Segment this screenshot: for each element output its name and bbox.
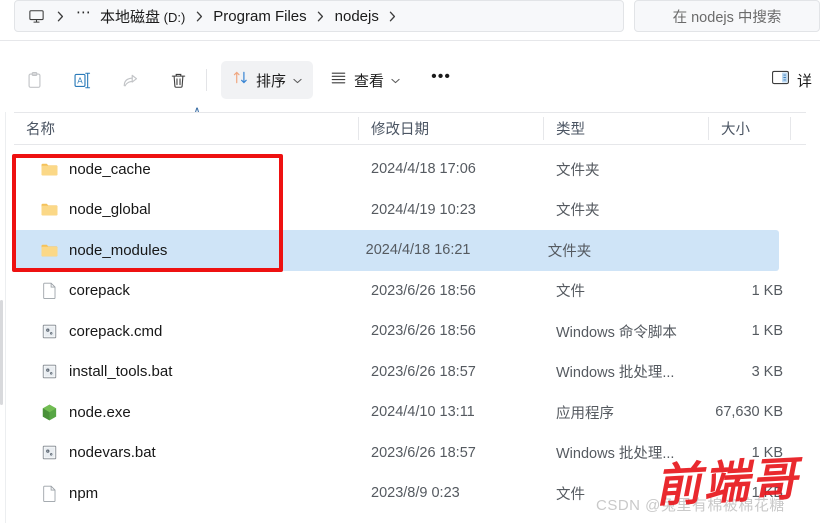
- command-toolbar: A 排序 查看 ••• 详: [0, 52, 820, 108]
- details-pane-button[interactable]: 详: [763, 61, 820, 99]
- file-name-label: npm: [69, 484, 99, 502]
- sort-button-label: 排序: [256, 72, 287, 90]
- file-size-cell: 3 KB: [751, 363, 783, 380]
- file-date-cell: 2024/4/18 16:21: [365, 242, 471, 259]
- file-type-cell: 文件: [556, 284, 585, 301]
- file-row[interactable]: node_cache 2024/4/18 17:06 文件夹: [14, 149, 806, 190]
- file-date-cell: 2023/6/26 18:56: [371, 323, 476, 340]
- script-icon: [40, 443, 59, 462]
- file-name-label: install_tools.bat: [69, 363, 173, 381]
- file-type-cell: 应用程序: [556, 405, 614, 422]
- toolbar-divider-1: [206, 69, 207, 91]
- breadcrumb-item-drive-letter: (D:): [160, 9, 186, 25]
- file-name-label: node_cache: [69, 160, 151, 178]
- chevron-down-icon: [391, 76, 400, 86]
- file-name-cell: node_cache: [14, 160, 359, 179]
- breadcrumb-item-nodejs[interactable]: nodejs: [332, 6, 382, 27]
- file-date-cell: 2024/4/18 17:06: [371, 161, 476, 178]
- file-name-label: node_global: [69, 201, 151, 219]
- nodejs-hex-icon: [40, 403, 59, 422]
- delete-icon[interactable]: [158, 62, 198, 98]
- column-header-row: 名称 修改日期 类型 大小: [14, 112, 806, 145]
- sort-arrows-icon: [232, 69, 249, 91]
- file-date-cell: 2023/6/26 18:57: [371, 363, 476, 380]
- list-lines-icon: [330, 69, 347, 91]
- file-row[interactable]: install_tools.bat 2023/6/26 18:57 Windows …: [14, 352, 806, 393]
- breadcrumb-separator-2: [310, 11, 332, 22]
- file-name-cell: node_modules: [14, 241, 354, 260]
- file-size-cell: 1 KB: [751, 323, 783, 340]
- breadcrumb-separator-1: [188, 11, 210, 22]
- file-name-label: node.exe: [69, 403, 131, 421]
- vertical-scrollbar[interactable]: [0, 300, 3, 405]
- column-header-size[interactable]: 大小: [709, 112, 791, 145]
- file-explorer-window: ⋯ 本地磁盘 (D:) Program Files nodejs 在 nodej…: [0, 0, 820, 523]
- breadcrumb-separator-3[interactable]: [382, 11, 404, 22]
- sort-button[interactable]: 排序: [221, 61, 314, 99]
- search-placeholder: 在 nodejs 中搜索: [672, 9, 782, 26]
- details-pane-label: 详: [796, 72, 812, 90]
- file-name-label: node_modules: [69, 241, 168, 259]
- address-bar-divider: [0, 40, 820, 41]
- file-name-cell: nodevars.bat: [14, 443, 359, 462]
- file-size-cell: 67,630 KB: [715, 404, 783, 421]
- breadcrumb-item-drive-label: 本地磁盘: [100, 8, 161, 26]
- column-header-type[interactable]: 类型: [544, 112, 709, 145]
- file-row[interactable]: node_modules 2024/4/18 16:21 文件夹: [14, 230, 779, 271]
- column-header-date[interactable]: 修改日期: [359, 112, 544, 145]
- file-name-cell: corepack: [14, 281, 359, 300]
- author-watermark: 前端哥: [653, 451, 801, 513]
- file-date-cell: 2023/8/9 0:23: [371, 485, 460, 502]
- folder-icon: [40, 160, 59, 179]
- rename-icon[interactable]: A: [62, 62, 102, 98]
- file-name-label: nodevars.bat: [69, 444, 156, 462]
- file-name-cell: node_global: [14, 200, 359, 219]
- breadcrumb-overflow-button[interactable]: ⋯: [71, 5, 97, 20]
- file-row[interactable]: corepack 2023/6/26 18:56 文件 1 KB: [14, 271, 806, 312]
- file-row[interactable]: node_global 2024/4/19 10:23 文件夹: [14, 190, 806, 231]
- file-type-cell: 文件夹: [556, 203, 600, 220]
- file-name-label: corepack.cmd: [69, 322, 163, 340]
- svg-text:A: A: [77, 76, 83, 85]
- folder-icon: [40, 241, 59, 260]
- file-size-cell: 1 KB: [751, 282, 783, 299]
- view-button-label: 查看: [354, 72, 385, 90]
- breadcrumb-item-program-files[interactable]: Program Files: [210, 6, 309, 27]
- address-bar: ⋯ 本地磁盘 (D:) Program Files nodejs 在 nodej…: [0, 0, 820, 38]
- breadcrumb-separator-0: [49, 11, 71, 22]
- file-date-cell: 2023/6/26 18:57: [371, 444, 476, 461]
- more-options-button[interactable]: •••: [421, 62, 461, 98]
- view-button[interactable]: 查看: [319, 61, 411, 99]
- breadcrumb[interactable]: ⋯ 本地磁盘 (D:) Program Files nodejs: [14, 0, 624, 32]
- chevron-down-icon: [293, 76, 302, 86]
- file-date-cell: 2023/6/26 18:56: [371, 282, 476, 299]
- folder-icon: [40, 200, 59, 219]
- file-type-cell: 文件夹: [547, 243, 592, 260]
- monitor-icon[interactable]: [23, 4, 49, 28]
- file-name-cell: install_tools.bat: [14, 362, 359, 381]
- file-name-cell: node.exe: [14, 403, 359, 422]
- script-icon: [40, 362, 59, 381]
- pane-divider: [5, 112, 6, 523]
- share-icon[interactable]: [110, 62, 150, 98]
- details-pane-icon: [771, 69, 790, 91]
- file-blank-icon: [40, 281, 59, 300]
- file-type-cell: 文件夹: [556, 162, 600, 179]
- column-header-spacer: [791, 112, 806, 145]
- file-date-cell: 2024/4/19 10:23: [371, 201, 476, 218]
- script-icon: [40, 322, 59, 341]
- file-name-label: corepack: [69, 282, 130, 300]
- breadcrumb-item-drive[interactable]: 本地磁盘 (D:): [97, 4, 188, 29]
- file-row[interactable]: corepack.cmd 2023/6/26 18:56 Windows 命令脚本 1…: [14, 311, 806, 352]
- file-type-cell: Windows 命令脚本: [556, 324, 677, 341]
- file-name-cell: corepack.cmd: [14, 322, 359, 341]
- file-row[interactable]: node.exe 2024/4/10 13:11 应用程序 67,630 KB: [14, 392, 806, 433]
- search-input[interactable]: 在 nodejs 中搜索: [634, 0, 820, 32]
- file-type-cell: Windows 批处理...: [556, 365, 675, 382]
- paste-icon[interactable]: [14, 62, 54, 98]
- file-date-cell: 2024/4/10 13:11: [371, 404, 475, 421]
- file-name-cell: npm: [14, 484, 359, 503]
- column-header-name[interactable]: 名称: [14, 112, 359, 145]
- file-blank-icon: [40, 484, 59, 503]
